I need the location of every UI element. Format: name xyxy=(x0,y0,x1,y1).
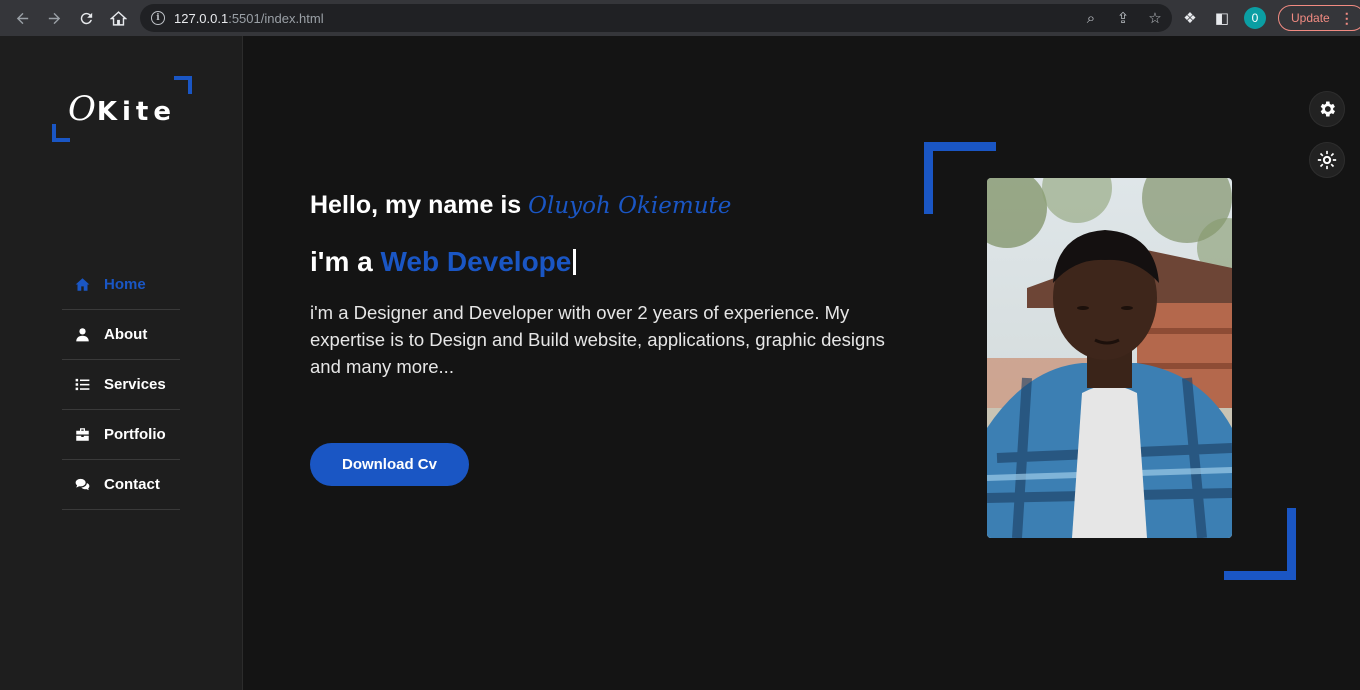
home-icon xyxy=(74,277,90,293)
nav-item-services[interactable]: Services xyxy=(62,360,180,410)
logo[interactable]: OKite xyxy=(52,76,192,142)
theme-toggle-button[interactable] xyxy=(1309,142,1345,178)
list-icon xyxy=(74,377,90,393)
browser-toolbar: i 127.0.0.1:5501/index.html ⌕ ⇪ ☆ ❖ ◧ 0 … xyxy=(0,0,1360,36)
extensions-icon[interactable]: ❖ xyxy=(1180,9,1200,27)
nav-label: Services xyxy=(104,376,166,393)
nav-item-portfolio[interactable]: Portfolio xyxy=(62,410,180,460)
role-heading: i'm a Web Develope xyxy=(310,246,577,278)
bookmark-star-icon[interactable]: ☆ xyxy=(1146,9,1164,27)
main-nav: Home About Services Portfolio Contact xyxy=(62,260,180,510)
reload-icon xyxy=(80,12,92,24)
address-bar[interactable]: i 127.0.0.1:5501/index.html ⌕ ⇪ ☆ xyxy=(140,4,1172,32)
sidebar: OKite Home About Services Portfolio Cont… xyxy=(0,36,243,690)
chat-icon xyxy=(74,477,90,493)
zoom-icon[interactable]: ⌕ xyxy=(1082,9,1100,27)
reload-button[interactable] xyxy=(70,2,102,34)
typing-caret xyxy=(573,249,577,275)
profile-photo xyxy=(987,178,1232,538)
url-text: 127.0.0.1:5501/index.html xyxy=(174,10,324,26)
frame-corner-bottom-right xyxy=(1224,508,1296,580)
download-cv-button[interactable]: Download Cv xyxy=(310,443,469,486)
nav-item-home[interactable]: Home xyxy=(62,260,180,310)
back-button[interactable] xyxy=(6,2,38,34)
menu-dots-icon: ⋮ xyxy=(1339,9,1354,26)
logo-text: OKite xyxy=(68,89,176,129)
arrow-left-icon xyxy=(16,12,28,24)
update-label: Update xyxy=(1291,11,1330,25)
nav-item-about[interactable]: About xyxy=(62,310,180,360)
sun-icon xyxy=(1317,150,1337,170)
nav-label: Portfolio xyxy=(104,426,166,443)
home-outline-icon xyxy=(109,10,127,26)
gear-icon xyxy=(1320,101,1335,117)
site-info-icon[interactable]: i xyxy=(151,11,165,25)
nav-label: Home xyxy=(104,276,146,293)
share-icon[interactable]: ⇪ xyxy=(1114,9,1132,27)
hero-description: i'm a Designer and Developer with over 2… xyxy=(310,302,885,377)
hero-section: Hello, my name is Oluyoh Okiemute i'm a … xyxy=(243,36,1360,690)
settings-button[interactable] xyxy=(1309,91,1345,127)
side-panel-icon[interactable]: ◧ xyxy=(1212,9,1232,27)
user-icon xyxy=(74,327,90,343)
author-name: Oluyoh Okiemute xyxy=(528,193,732,219)
arrow-right-icon xyxy=(48,12,60,24)
logo-corner-top-right xyxy=(174,76,192,94)
nav-label: About xyxy=(104,326,148,343)
update-button[interactable]: Update ⋮ xyxy=(1278,5,1360,31)
profile-photo-frame xyxy=(924,142,1296,580)
home-button[interactable] xyxy=(102,2,134,34)
frame-corner-top-left xyxy=(924,142,996,214)
forward-button[interactable] xyxy=(38,2,70,34)
briefcase-icon xyxy=(74,427,90,443)
typed-role: Web Develope xyxy=(380,246,572,277)
nav-item-contact[interactable]: Contact xyxy=(62,460,180,510)
greeting-heading: Hello, my name is Oluyoh Okiemute xyxy=(310,191,732,219)
profile-avatar[interactable]: 0 xyxy=(1244,7,1266,29)
nav-label: Contact xyxy=(104,476,160,493)
